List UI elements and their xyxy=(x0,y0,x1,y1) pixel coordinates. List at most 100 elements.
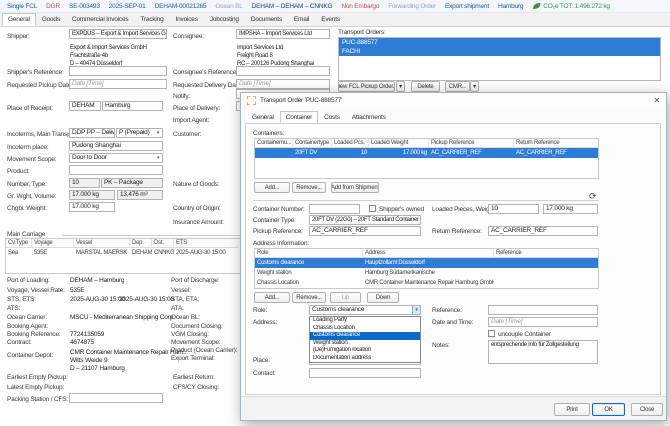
transport-order-icon xyxy=(247,96,256,105)
containers-table: Containernu... Containertype Loaded Pcs.… xyxy=(254,138,599,179)
ok-button[interactable]: OK xyxy=(592,403,625,416)
contact-label: Contact: xyxy=(253,370,276,377)
tab-events[interactable]: Events xyxy=(315,13,346,26)
shippers-reference-field[interactable] xyxy=(69,66,167,76)
address-information-label: Address Information: xyxy=(253,240,309,247)
transport-orders-list[interactable]: PUC-888577 FACHI xyxy=(338,37,661,81)
carriage-row[interactable]: Sea 535E MARSTAL MAERSK DEHAM CNNKG 2025… xyxy=(6,248,240,258)
notes-field[interactable]: entsprechende Info für Zollgestellung xyxy=(488,340,598,364)
address-up-button[interactable]: Up xyxy=(330,292,361,303)
packing-station-field[interactable] xyxy=(69,393,163,403)
loaded-pieces-weight-label: Loaded Pieces, Weight: xyxy=(432,206,488,213)
container-number-field[interactable] xyxy=(309,204,360,214)
payment-terms-select[interactable]: P (Prepaid) ▾ xyxy=(116,128,163,138)
ocean-bl-status: Ocean BL xyxy=(215,2,243,10)
chargeable-weight-field[interactable]: 17.000 kg xyxy=(69,202,115,212)
new-fcl-pickup-order-button[interactable]: New FCL Pickup Order... xyxy=(338,81,395,92)
address-down-button[interactable]: Down xyxy=(367,292,399,303)
gross-weight-volume-label: Gr. Wght, Volume: xyxy=(7,193,57,200)
transport-order-item[interactable]: PUC-888577 xyxy=(339,38,660,47)
dialog-tab-general[interactable]: General xyxy=(246,111,280,123)
tab-general[interactable]: General xyxy=(2,13,36,26)
tab-commercial-invoices[interactable]: Commercial Invoices xyxy=(66,13,135,26)
tab-jobcosting[interactable]: Jobcosting xyxy=(204,13,245,26)
vgm-closing-label: VGM Closing: xyxy=(171,331,209,338)
requested-pickup-date-field[interactable]: Date [Time] xyxy=(69,79,167,89)
delete-transport-order-button[interactable]: Delete xyxy=(411,81,440,92)
packing-station-label: Packing Station / CFS: xyxy=(7,396,68,403)
booking-reference-value: 7724135059 xyxy=(70,331,105,338)
container-type-label: Container Type: xyxy=(253,217,296,224)
tab-invoices[interactable]: Invoices xyxy=(170,13,204,26)
incoterm-place-field[interactable]: Pudong Shanghai xyxy=(69,141,163,151)
role-option[interactable]: Chassis Location xyxy=(310,325,420,333)
dgr-flag[interactable]: DGR xyxy=(46,3,60,10)
tab-goods[interactable]: Goods xyxy=(36,13,66,26)
pickup-reference-field[interactable]: AC_CARRIER_REF xyxy=(309,226,421,236)
port-of-discharge-label: Port of Discharge: xyxy=(171,277,220,284)
close-icon[interactable]: ✕ xyxy=(653,96,660,105)
co2-total-label: CO₂e TOT: 1.496.272 kg xyxy=(543,2,610,10)
shipment-number[interactable]: DEHAM-00021265 xyxy=(155,3,207,10)
cmr-button[interactable]: CMR... xyxy=(445,81,470,92)
contact-field[interactable] xyxy=(309,368,421,378)
container-remove-button[interactable]: Remove... xyxy=(292,182,326,193)
container-row[interactable]: 20FT DV 10 17.000 kg AC_CARRIER_REF AC_C… xyxy=(255,148,598,158)
booking-reference-label: Booking Reference: xyxy=(7,331,61,338)
shipment-type[interactable]: Single FCL xyxy=(7,3,37,10)
address-add-button[interactable]: Add... xyxy=(254,292,290,303)
add-from-shipment-button[interactable]: Add from Shipment xyxy=(331,182,379,193)
shipper-field[interactable]: EXPDUS – Export & Import Services GmbH xyxy=(69,29,167,39)
transport-order-dialog: Transport Order 'PUC-888577' ✕ General C… xyxy=(240,92,667,421)
cmr-dropdown-button[interactable]: ▾ xyxy=(470,81,479,92)
role-option[interactable]: Weight station xyxy=(310,340,420,348)
container-type-field[interactable]: 20FT DV (22G0) – 20FT Standard Container xyxy=(309,215,421,225)
movement-scope-select[interactable]: Door to Door ▾ xyxy=(69,153,163,163)
chevron-down-icon: ▾ xyxy=(156,129,160,136)
close-button[interactable]: Close xyxy=(631,403,663,416)
role-select[interactable]: Customs clearance ▾ xyxy=(309,305,421,315)
loaded-weight-field[interactable]: 17.000 kg xyxy=(543,204,598,214)
return-reference-field[interactable]: AC_CARRIER_REF xyxy=(488,226,598,236)
branch-name: Hamburg xyxy=(497,2,524,10)
role-option[interactable]: Documentation address xyxy=(310,355,420,363)
address-header-row: Role Address Reference xyxy=(255,249,598,258)
dialog-tab-container[interactable]: Container xyxy=(279,111,319,123)
consignees-reference-field[interactable] xyxy=(236,66,330,76)
print-button[interactable]: Print xyxy=(554,403,590,416)
product-field[interactable] xyxy=(69,165,163,175)
address-row[interactable]: Customs clearance Hauptzollamt Düsseldor… xyxy=(255,258,598,268)
co2-total[interactable]: CO₂e TOT: 1.496.272 kg xyxy=(532,2,610,10)
incoterms-select[interactable]: DDP PP – Delive...▾ xyxy=(69,128,115,138)
containers-label: Containers: xyxy=(253,130,285,137)
role-option[interactable]: (De)Fumigation location xyxy=(310,347,420,355)
voyage-vessel-rate-label: Voyage, Vessel Rate: xyxy=(7,287,65,294)
date-and-time-field[interactable]: Date [Time] xyxy=(488,317,598,327)
address-remove-button[interactable]: Remove... xyxy=(292,292,326,303)
role-option-selected[interactable]: Customs clearance xyxy=(310,332,420,340)
requested-delivery-date-field[interactable]: Date [Time] xyxy=(236,79,330,89)
container-add-button[interactable]: Add... xyxy=(254,182,290,193)
address-row[interactable]: Chassis Location CMR Container Maintenan… xyxy=(255,278,598,288)
place-label: Place: xyxy=(253,357,270,364)
shippers-owned-checkbox[interactable] xyxy=(369,205,376,212)
main-carriage-table: Cv.Type Voyage Vessel Dep. Dst. ETS Sea … xyxy=(5,238,241,274)
role-option[interactable]: Loading Party xyxy=(310,317,420,325)
address-row[interactable]: Weight station Hamburg Südamerikanische xyxy=(255,268,598,278)
reference-field[interactable] xyxy=(488,305,598,315)
tab-email[interactable]: Email xyxy=(288,13,315,26)
consignee-field[interactable]: IMPSHA – Import Services Ltd xyxy=(236,29,330,39)
dialog-tab-attachments[interactable]: Attachments xyxy=(346,111,392,123)
earliest-return-label: Earliest Return: xyxy=(173,374,215,381)
new-fcl-dropdown-button[interactable]: ▾ xyxy=(396,81,405,92)
place-of-receipt-city-field[interactable]: Hamburg xyxy=(102,101,163,111)
dialog-tab-costs[interactable]: Costs xyxy=(318,111,346,123)
tab-tracking[interactable]: Tracking xyxy=(134,13,169,26)
tab-documents[interactable]: Documents xyxy=(245,13,288,26)
transport-orders-label: Transport Orders: xyxy=(338,29,386,36)
file-number[interactable]: SE-003493 xyxy=(69,3,100,10)
place-of-receipt-code-field[interactable]: DEHAM xyxy=(69,101,101,111)
transport-order-item[interactable]: FACHI xyxy=(339,47,660,56)
uncouple-container-checkbox[interactable] xyxy=(488,330,495,337)
loaded-pieces-field[interactable]: 10 xyxy=(488,204,539,214)
